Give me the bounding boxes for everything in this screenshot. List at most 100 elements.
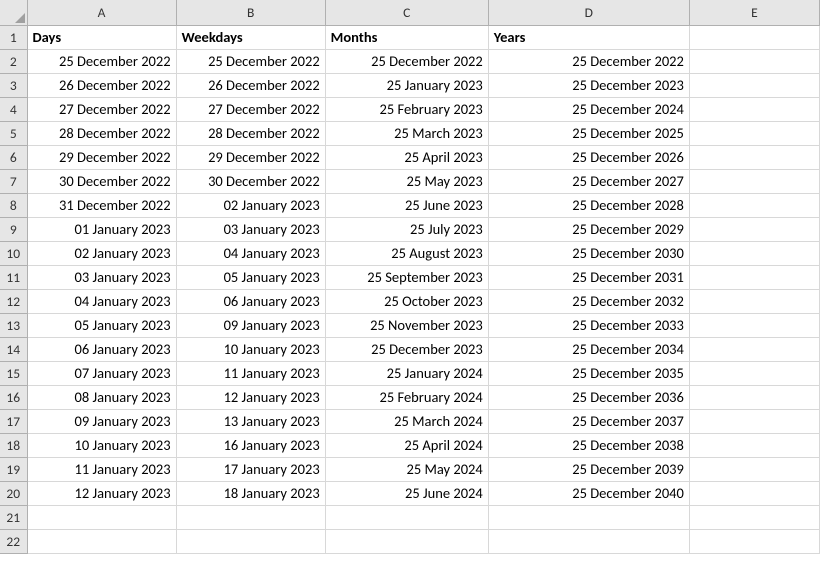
cell-D3[interactable]: 25 December 2023 [488,73,689,97]
cell-A6[interactable]: 29 December 2022 [27,145,176,169]
cell-A15[interactable]: 07 January 2023 [27,361,176,385]
col-header-A[interactable]: A [27,0,176,25]
cell-C13[interactable]: 25 November 2023 [325,313,488,337]
row-header-4[interactable]: 4 [0,97,27,121]
cell-C2[interactable]: 25 December 2022 [325,49,488,73]
cell-E11[interactable] [689,265,819,289]
cell-C11[interactable]: 25 September 2023 [325,265,488,289]
cell-D14[interactable]: 25 December 2034 [488,337,689,361]
cell-C5[interactable]: 25 March 2023 [325,121,488,145]
row-header-22[interactable]: 22 [0,529,27,553]
cell-D4[interactable]: 25 December 2024 [488,97,689,121]
cell-C4[interactable]: 25 February 2023 [325,97,488,121]
cell-E1[interactable] [689,25,819,49]
cell-B22[interactable] [176,529,325,553]
cell-D17[interactable]: 25 December 2037 [488,409,689,433]
cell-A13[interactable]: 05 January 2023 [27,313,176,337]
row-header-3[interactable]: 3 [0,73,27,97]
cell-E10[interactable] [689,241,819,265]
row-header-18[interactable]: 18 [0,433,27,457]
cell-A11[interactable]: 03 January 2023 [27,265,176,289]
row-header-7[interactable]: 7 [0,169,27,193]
cell-E20[interactable] [689,481,819,505]
cell-E5[interactable] [689,121,819,145]
cell-B7[interactable]: 30 December 2022 [176,169,325,193]
cell-B15[interactable]: 11 January 2023 [176,361,325,385]
cell-A18[interactable]: 10 January 2023 [27,433,176,457]
col-header-B[interactable]: B [176,0,325,25]
col-header-E[interactable]: E [689,0,819,25]
row-header-19[interactable]: 19 [0,457,27,481]
cell-D22[interactable] [488,529,689,553]
cell-B16[interactable]: 12 January 2023 [176,385,325,409]
cell-E3[interactable] [689,73,819,97]
cell-E7[interactable] [689,169,819,193]
cell-B2[interactable]: 25 December 2022 [176,49,325,73]
cell-A2[interactable]: 25 December 2022 [27,49,176,73]
cell-C12[interactable]: 25 October 2023 [325,289,488,313]
cell-B21[interactable] [176,505,325,529]
cell-A21[interactable] [27,505,176,529]
cell-B17[interactable]: 13 January 2023 [176,409,325,433]
cell-E21[interactable] [689,505,819,529]
row-header-6[interactable]: 6 [0,145,27,169]
cell-B5[interactable]: 28 December 2022 [176,121,325,145]
cell-E6[interactable] [689,145,819,169]
select-all-corner[interactable] [0,0,27,25]
cell-A1[interactable]: Days [27,25,176,49]
cell-D5[interactable]: 25 December 2025 [488,121,689,145]
cell-D7[interactable]: 25 December 2027 [488,169,689,193]
row-header-10[interactable]: 10 [0,241,27,265]
cell-B18[interactable]: 16 January 2023 [176,433,325,457]
row-header-17[interactable]: 17 [0,409,27,433]
cell-B9[interactable]: 03 January 2023 [176,217,325,241]
cell-A17[interactable]: 09 January 2023 [27,409,176,433]
cell-D13[interactable]: 25 December 2033 [488,313,689,337]
cell-B1[interactable]: Weekdays [176,25,325,49]
cell-C1[interactable]: Months [325,25,488,49]
row-header-8[interactable]: 8 [0,193,27,217]
cell-E13[interactable] [689,313,819,337]
cell-C14[interactable]: 25 December 2023 [325,337,488,361]
cell-B4[interactable]: 27 December 2022 [176,97,325,121]
cell-C21[interactable] [325,505,488,529]
cell-C10[interactable]: 25 August 2023 [325,241,488,265]
cell-C3[interactable]: 25 January 2023 [325,73,488,97]
cell-A14[interactable]: 06 January 2023 [27,337,176,361]
cell-B20[interactable]: 18 January 2023 [176,481,325,505]
cell-D19[interactable]: 25 December 2039 [488,457,689,481]
cell-A7[interactable]: 30 December 2022 [27,169,176,193]
cell-C22[interactable] [325,529,488,553]
row-header-13[interactable]: 13 [0,313,27,337]
cell-C16[interactable]: 25 February 2024 [325,385,488,409]
cell-B11[interactable]: 05 January 2023 [176,265,325,289]
row-header-21[interactable]: 21 [0,505,27,529]
cell-D9[interactable]: 25 December 2029 [488,217,689,241]
cell-E19[interactable] [689,457,819,481]
row-header-14[interactable]: 14 [0,337,27,361]
cell-C9[interactable]: 25 July 2023 [325,217,488,241]
cell-E8[interactable] [689,193,819,217]
cell-D12[interactable]: 25 December 2032 [488,289,689,313]
cell-C8[interactable]: 25 June 2023 [325,193,488,217]
cell-E2[interactable] [689,49,819,73]
cell-E17[interactable] [689,409,819,433]
cell-B13[interactable]: 09 January 2023 [176,313,325,337]
row-header-1[interactable]: 1 [0,25,27,49]
cell-E9[interactable] [689,217,819,241]
cell-C15[interactable]: 25 January 2024 [325,361,488,385]
row-header-9[interactable]: 9 [0,217,27,241]
cell-A9[interactable]: 01 January 2023 [27,217,176,241]
cell-D6[interactable]: 25 December 2026 [488,145,689,169]
col-header-C[interactable]: C [325,0,488,25]
cell-A8[interactable]: 31 December 2022 [27,193,176,217]
cell-D8[interactable]: 25 December 2028 [488,193,689,217]
cell-D18[interactable]: 25 December 2038 [488,433,689,457]
row-header-12[interactable]: 12 [0,289,27,313]
cell-A4[interactable]: 27 December 2022 [27,97,176,121]
row-header-15[interactable]: 15 [0,361,27,385]
cell-B10[interactable]: 04 January 2023 [176,241,325,265]
cell-D21[interactable] [488,505,689,529]
cell-A10[interactable]: 02 January 2023 [27,241,176,265]
cell-D10[interactable]: 25 December 2030 [488,241,689,265]
